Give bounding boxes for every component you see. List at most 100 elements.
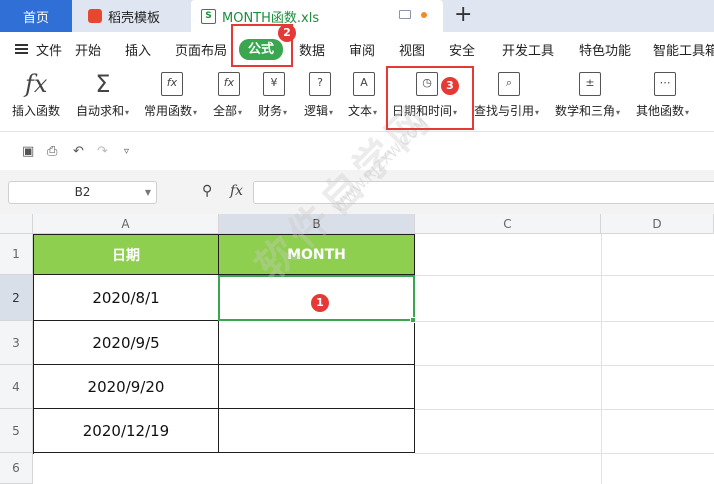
new-tab-button[interactable]: + <box>454 3 472 27</box>
gridline <box>415 365 714 366</box>
fx-insert-icon[interactable]: fx <box>230 183 243 199</box>
logic-button[interactable]: ? 逻辑▾ <box>303 66 343 128</box>
common-functions-label: 常用函数 <box>144 104 193 118</box>
step-badge-1: 1 <box>311 294 329 312</box>
menu-review[interactable]: 审阅 <box>349 40 375 59</box>
menu-start[interactable]: 开始 <box>75 40 101 59</box>
magnifier-book-icon: ⌕ <box>498 72 520 96</box>
tab-template[interactable]: 稻壳模板 <box>76 0 186 32</box>
step-badge-2: 2 <box>278 24 296 42</box>
monitor-icon[interactable] <box>399 10 411 19</box>
menu-view[interactable]: 视图 <box>399 40 425 59</box>
chevron-down-icon[interactable]: ▼ <box>145 182 151 203</box>
lookup-button[interactable]: ⌕ 查找与引用▾ <box>474 66 546 128</box>
menu-security[interactable]: 安全 <box>449 40 475 59</box>
name-box-value: B2 <box>74 185 91 199</box>
yen-icon: ¥ <box>263 72 285 96</box>
tab-document-label: MONTH函数.xls <box>222 10 320 26</box>
formula-bar: B2 ▼ ⚲ fx <box>0 170 714 214</box>
menu-file[interactable]: 文件 <box>36 40 62 59</box>
autosum-button[interactable]: Σ 自动求和▾ <box>74 66 136 128</box>
sigma-icon: Σ <box>92 72 114 96</box>
gridline <box>601 234 602 484</box>
select-all-corner[interactable] <box>0 214 33 234</box>
cell-a5[interactable]: 2020/12/19 <box>34 409 219 453</box>
cell-a1[interactable]: 日期 <box>34 235 219 275</box>
redo-icon[interactable]: ↷ <box>97 144 108 159</box>
gridline <box>415 453 714 454</box>
row-header-1[interactable]: 1 <box>0 234 33 275</box>
formula-input[interactable] <box>253 181 714 204</box>
text-a-icon: A <box>353 72 375 96</box>
row-header-5[interactable]: 5 <box>0 409 33 453</box>
gridline <box>415 409 714 410</box>
other-functions-label: 其他函数 <box>636 104 685 118</box>
menu-page-layout[interactable]: 页面布局 <box>175 40 227 59</box>
finance-label: 财务 <box>258 104 283 118</box>
row-header-6[interactable]: 6 <box>0 453 33 484</box>
cell-a3[interactable]: 2020/9/5 <box>34 321 219 365</box>
tab-document[interactable]: S MONTH函数.xls <box>191 0 443 32</box>
other-functions-button[interactable]: ⋯ 其他函数▾ <box>635 66 701 128</box>
daoke-logo-icon <box>88 9 102 23</box>
question-mark-icon: ? <box>309 72 331 96</box>
all-functions-label: 全部 <box>213 104 238 118</box>
zoom-search-icon[interactable]: ⚲ <box>202 183 212 199</box>
column-header-c[interactable]: C <box>415 214 601 234</box>
title-tab-bar: 首页 稻壳模板 S MONTH函数.xls + <box>0 0 714 32</box>
step-badge-3: 3 <box>441 77 459 95</box>
undo-icon[interactable]: ↶ <box>73 144 84 159</box>
plus-minus-icon: ± <box>579 72 601 96</box>
ribbon-formulas: fx 插入函数 Σ 自动求和▾ fx 常用函数▾ fx 全部▾ ¥ 财务▾ ? … <box>0 66 714 132</box>
cell-b5[interactable] <box>219 409 415 453</box>
customize-chevron-down-icon[interactable]: ▿ <box>124 146 129 157</box>
column-header-a[interactable]: A <box>33 214 219 234</box>
common-functions-button[interactable]: fx 常用函数▾ <box>143 66 205 128</box>
column-header-b[interactable]: B <box>219 214 415 234</box>
name-box[interactable]: B2 ▼ <box>8 181 157 204</box>
gridline <box>415 321 714 322</box>
save-icon[interactable]: ▣ <box>22 144 34 159</box>
more-dots-icon: ⋯ <box>654 72 676 96</box>
unsaved-dot-icon <box>421 12 427 18</box>
fx-icon: fx <box>25 70 48 98</box>
cell-a2[interactable]: 2020/8/1 <box>34 275 219 321</box>
insert-function-label: 插入函数 <box>12 104 61 118</box>
menu-features[interactable]: 特色功能 <box>579 40 631 59</box>
menu-developer[interactable]: 开发工具 <box>502 40 554 59</box>
math-trig-label: 数学和三角 <box>555 104 616 118</box>
gridline <box>415 275 714 276</box>
math-trig-button[interactable]: ± 数学和三角▾ <box>554 66 630 128</box>
menu-smart-tools[interactable]: 智能工具箱 <box>653 40 714 59</box>
cell-b4[interactable] <box>219 365 415 409</box>
menu-insert[interactable]: 插入 <box>125 40 151 59</box>
finance-button[interactable]: ¥ 财务▾ <box>257 66 297 128</box>
all-functions-button[interactable]: fx 全部▾ <box>212 66 252 128</box>
hamburger-menu-icon[interactable] <box>15 44 28 54</box>
column-header-d[interactable]: D <box>601 214 714 234</box>
row-header-3[interactable]: 3 <box>0 321 33 365</box>
insert-function-button[interactable]: fx 插入函数 <box>10 66 66 128</box>
row-header-4[interactable]: 4 <box>0 365 33 409</box>
cell-b1[interactable]: MONTH <box>219 235 415 275</box>
text-functions-button[interactable]: A 文本▾ <box>347 66 387 128</box>
autosum-label: 自动求和 <box>76 104 125 118</box>
fill-handle[interactable] <box>410 317 416 323</box>
menu-data[interactable]: 数据 <box>299 40 325 59</box>
spreadsheet-icon: S <box>201 8 216 24</box>
row-header-2[interactable]: 2 <box>0 275 33 321</box>
print-preview-icon[interactable]: ⎙ <box>47 144 57 159</box>
cell-a4[interactable]: 2020/9/20 <box>34 365 219 409</box>
tab-template-label: 稻壳模板 <box>108 10 161 26</box>
star-function-icon: fx <box>161 72 183 96</box>
cell-b3[interactable] <box>219 321 415 365</box>
function-book-icon: fx <box>218 72 240 96</box>
logic-label: 逻辑 <box>304 104 329 118</box>
tab-home[interactable]: 首页 <box>0 0 72 32</box>
spreadsheet-grid: A B C D 1 2 3 4 5 6 日期 MONTH 2020/8/1 20… <box>0 214 714 484</box>
lookup-label: 查找与引用 <box>474 104 535 118</box>
highlight-datetime-button <box>386 66 474 130</box>
text-functions-label: 文本 <box>348 104 373 118</box>
menu-bar: 文件 开始 插入 页面布局 公式 数据 审阅 视图 安全 开发工具 特色功能 智… <box>0 32 714 66</box>
quick-access-toolbar: ▣ ⎙ ↶ ↷ ▿ <box>0 132 714 170</box>
